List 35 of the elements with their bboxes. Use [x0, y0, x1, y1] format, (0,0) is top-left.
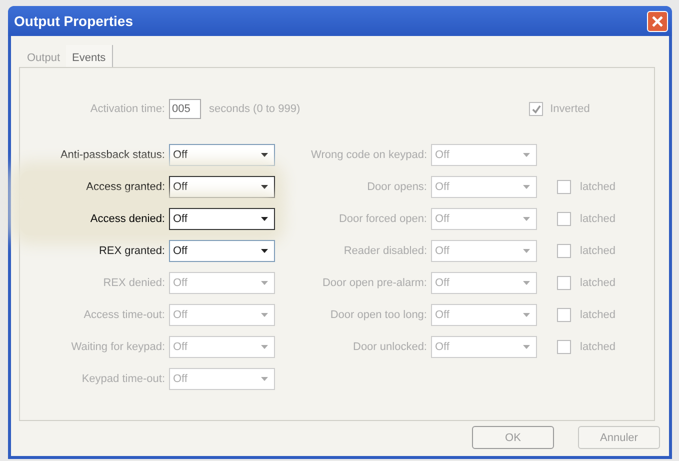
dropdown[interactable]: Off — [169, 208, 275, 230]
field-label: Door open too long: — [329, 309, 428, 321]
field-label: Waiting for keypad: — [70, 341, 166, 353]
field-label: Door forced open: — [338, 213, 428, 225]
tab[interactable]: Output — [21, 45, 66, 67]
close-button[interactable] — [647, 10, 668, 32]
checkbox-label: latched — [580, 277, 616, 289]
field-label: REX denied: — [102, 277, 166, 289]
field-label: Reader disabled: — [342, 245, 428, 257]
field-label: Access time-out: — [82, 309, 166, 321]
close-icon — [651, 14, 664, 28]
dialog-button[interactable]: OK — [472, 426, 554, 449]
checkbox-label: Inverted — [550, 103, 590, 115]
field-label: Anti-passback status: — [59, 149, 166, 161]
checkbox-label: latched — [580, 341, 616, 353]
dropdown[interactable]: Off — [169, 176, 275, 198]
hint-text: seconds (0 to 999) — [209, 103, 300, 115]
field-label: Wrong code on keypad: — [310, 149, 428, 161]
checkbox-label: latched — [580, 245, 616, 257]
checkbox-label: latched — [580, 181, 616, 193]
field-label: REX granted: — [98, 245, 166, 257]
field-label: Access denied: — [89, 213, 166, 225]
window-title: Output Properties — [14, 13, 134, 29]
field-label: Access granted: — [85, 181, 166, 193]
field-label: Door open pre-alarm: — [321, 277, 428, 289]
checkbox-label: latched — [580, 309, 616, 321]
field-label: Door opens: — [366, 181, 428, 193]
dialog-button[interactable]: Annuler — [578, 426, 660, 449]
field-label: Keypad time-out: — [80, 373, 166, 385]
dropdown[interactable]: Off — [169, 144, 275, 166]
checkbox-label: latched — [580, 213, 616, 225]
field-label: Door unlocked: — [352, 341, 428, 353]
dropdown[interactable]: Off — [169, 240, 275, 262]
tab[interactable]: Events — [66, 45, 113, 67]
field-label: Activation time: — [89, 103, 166, 115]
